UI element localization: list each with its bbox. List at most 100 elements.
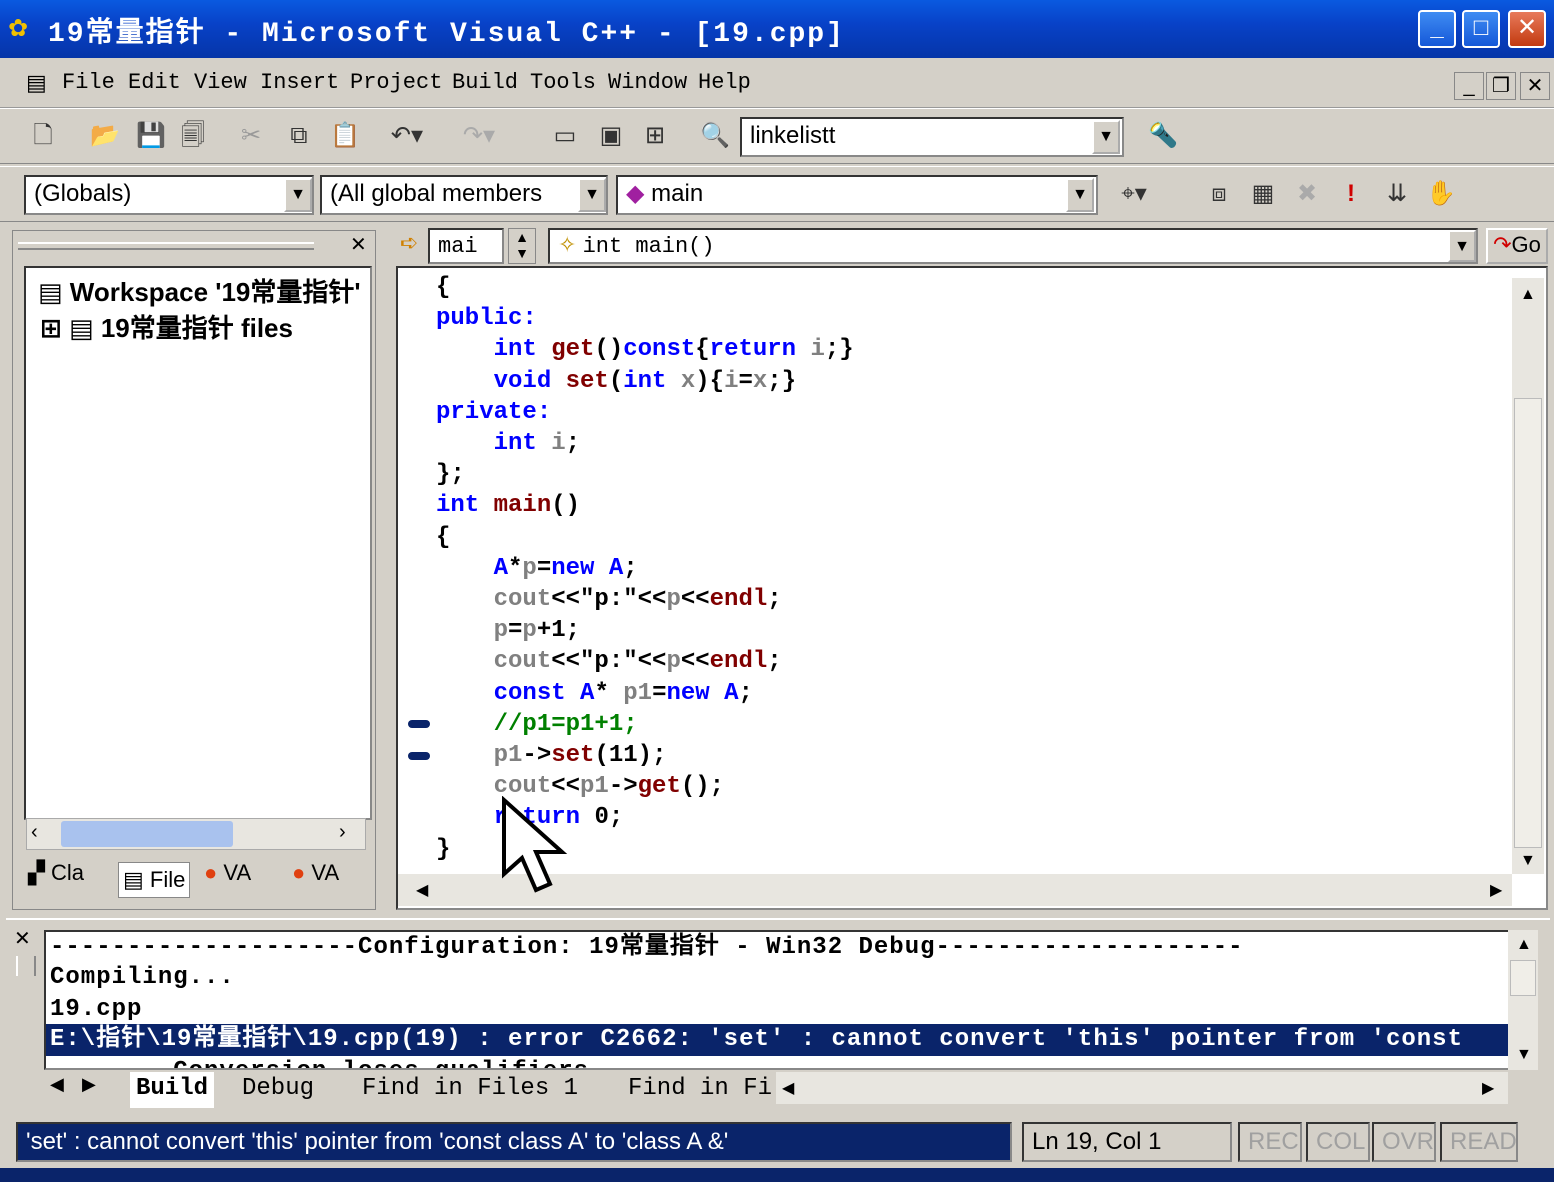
scroll-up-icon[interactable]: ▲ [1516,936,1532,954]
menu-project[interactable]: Project [350,70,442,95]
scroll-right-icon[interactable]: › [339,821,346,844]
signature-combo-arrow-icon[interactable]: ▼ [1448,230,1476,262]
menu-build[interactable]: Build [452,70,518,95]
save-icon[interactable]: 💾 [132,117,170,155]
output-window-icon[interactable]: ▣ [592,117,630,155]
output-window[interactable]: --------------------Configuration: 19常量指… [44,930,1510,1070]
code-line[interactable]: int main() [436,490,854,521]
scope-combo[interactable]: (Globals) [24,175,314,215]
execute-icon[interactable]: ! [1332,175,1370,213]
editor-vscrollbar[interactable]: ▲ ▼ [1512,278,1544,874]
workspace-tab-class[interactable]: ▞ Cla [28,860,84,886]
workspace-hscrollbar[interactable]: ‹ › [26,818,366,850]
code-line[interactable]: private: [436,397,854,428]
scroll-left-icon[interactable]: ◀ [782,1078,794,1098]
menu-insert[interactable]: Insert [260,70,339,95]
scroll-right-icon[interactable]: ▶ [1482,1078,1494,1098]
nav-combo[interactable]: mai [428,228,504,264]
undo-icon[interactable]: ↶▾ [388,117,426,155]
find-in-files-icon[interactable]: 🔍 [696,117,734,155]
scroll-up-icon[interactable]: ▲ [1520,286,1536,304]
maximize-button[interactable]: □ [1462,10,1500,48]
code-line[interactable]: { [436,272,854,303]
output-vscrollbar[interactable]: ▲ ▼ [1508,930,1538,1070]
scroll-thumb[interactable] [1510,960,1536,996]
output-tab-find2[interactable]: Find in Fi [628,1072,772,1108]
menu-view[interactable]: View [194,70,247,95]
output-tab-find1[interactable]: Find in Files 1 [362,1072,578,1108]
scroll-down-icon[interactable]: ▼ [1520,852,1536,870]
scroll-thumb[interactable] [1514,398,1542,848]
cut-icon[interactable]: ✂ [232,117,270,155]
workspace-tab-va1[interactable]: ● VA [204,860,251,886]
scroll-down-icon[interactable]: ▼ [1516,1046,1532,1064]
scroll-left-icon[interactable]: ◀ [416,880,428,900]
scope-combo-arrow-icon[interactable]: ▼ [284,178,312,212]
function-combo[interactable]: ◆ main [616,175,1098,215]
workspace-tab-va2[interactable]: ● VA [292,860,339,886]
window-list-icon[interactable]: ⊞ [636,117,674,155]
signature-combo[interactable]: ✧ int main() [548,228,1478,264]
code-line[interactable]: //p1=p1+1; [436,709,854,740]
scroll-right-icon[interactable]: ▶ [1490,880,1502,900]
paste-icon[interactable]: 📋 [326,117,364,155]
output-tab-debug[interactable]: Debug [242,1072,314,1108]
scroll-thumb[interactable] [61,821,233,847]
open-folder-icon[interactable]: 📂 [86,117,124,155]
stop-build-icon[interactable]: ✖ [1288,175,1326,213]
code-line[interactable]: return 0; [436,802,854,833]
find-combo[interactable]: linkelistt [740,117,1124,157]
code-line[interactable]: } [436,834,854,865]
compile-icon[interactable]: ⧈ [1200,175,1238,213]
menu-help[interactable]: Help [698,70,751,95]
code-line[interactable]: { [436,522,854,553]
code-line[interactable]: cout<<"p:"<<p<<endl; [436,584,854,615]
find-icon[interactable]: 🔦 [1144,117,1182,155]
code-line[interactable]: cout<<p1->get(); [436,771,854,802]
error-line[interactable]: E:\指针\19常量指针\19.cpp(19) : error C2662: '… [46,1024,1508,1056]
find-combo-arrow-icon[interactable]: ▼ [1092,120,1120,154]
workspace-tab-file[interactable]: ▤ File [118,862,191,898]
nav-spin-icon[interactable]: ▲ ▼ [508,228,536,264]
menu-edit[interactable]: Edit [128,70,181,95]
members-combo[interactable]: (All global members [320,175,608,215]
code-line[interactable]: int i; [436,428,854,459]
output-grip[interactable] [16,956,36,976]
new-file-icon[interactable]: 🗋 [24,117,62,155]
code-line[interactable]: cout<<"p:"<<p<<endl; [436,646,854,677]
mdi-minimize-button[interactable]: _ [1454,72,1484,100]
tab-scroll-left-icon[interactable]: ◀ [50,1074,64,1095]
mdi-close-button[interactable]: ✕ [1520,72,1550,100]
breakpoint-hand-icon[interactable]: ✋ [1422,175,1460,213]
code-line[interactable]: A*p=new A; [436,553,854,584]
output-hscrollbar[interactable]: ◀ ▶ [776,1072,1508,1104]
scroll-left-icon[interactable]: ‹ [31,821,38,844]
members-combo-arrow-icon[interactable]: ▼ [578,178,606,212]
code-line[interactable]: }; [436,459,854,490]
code-line[interactable]: public: [436,303,854,334]
title-bar[interactable]: ✿ 19常量指针 - Microsoft Visual C++ - [19.cp… [0,0,1554,58]
code-line[interactable]: int get()const{return i;} [436,334,854,365]
menu-window[interactable]: Window [608,70,687,95]
save-all-icon[interactable]: 🗐 [174,117,212,155]
workspace-close-icon[interactable]: ✕ [350,232,367,257]
redo-icon[interactable]: ↷▾ [460,117,498,155]
output-tab-build[interactable]: Build [130,1072,215,1108]
close-button[interactable]: ✕ [1508,10,1546,48]
code-line[interactable]: const A* p1=new A; [436,678,854,709]
workspace-window-icon[interactable]: ▭ [546,117,584,155]
build-icon[interactable]: ▦ [1244,175,1282,213]
minimize-button[interactable]: _ [1418,10,1456,48]
function-combo-arrow-icon[interactable]: ▼ [1066,178,1094,212]
copy-icon[interactable]: ⧉ [280,117,318,155]
output-close-icon[interactable]: ✕ [14,926,31,951]
menu-tools[interactable]: Tools [530,70,596,95]
project-node[interactable]: ⊞ ▤ 19常量指针 files [40,308,293,345]
workspace-root-node[interactable]: ▤ Workspace '19常量指针' [38,272,368,309]
menu-file[interactable]: File [62,70,115,95]
code-line[interactable]: void set(int x){i=x;} [436,366,854,397]
workspace-grip[interactable] [18,242,314,250]
wizard-action-icon[interactable]: ⌖▾ [1104,175,1164,213]
code-line[interactable]: p=p+1; [436,615,854,646]
go-button[interactable]: ↷Go [1486,228,1548,264]
